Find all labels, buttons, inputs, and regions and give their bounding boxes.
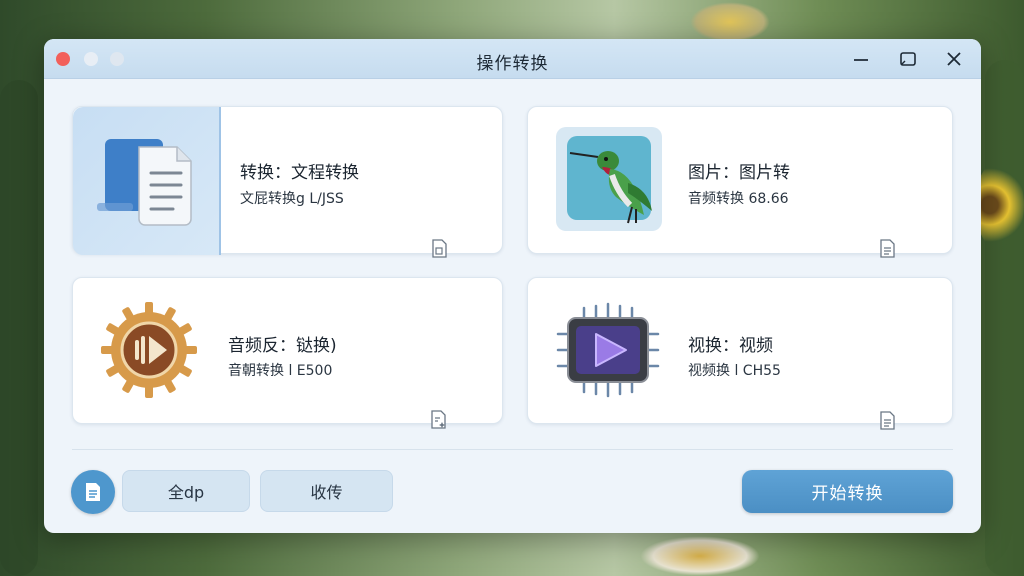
card-title: 视换：视频 — [688, 336, 773, 356]
conversion-card-image[interactable]: 图片：图片转 音频转换 68.66 — [527, 106, 953, 258]
close-button[interactable] — [942, 47, 966, 71]
favorites-button[interactable]: 收传 — [260, 470, 393, 512]
background-flower — [690, 2, 770, 42]
title-bar: 操作转换 — [44, 39, 981, 79]
hummingbird-tile — [556, 127, 662, 231]
card-subtitle: 音频转换 68.66 — [688, 191, 789, 207]
window-title: 操作转换 — [476, 54, 549, 74]
select-all-button[interactable]: 全dp — [122, 470, 250, 512]
video-chip-play-icon — [556, 302, 660, 398]
background-grass — [985, 60, 1024, 576]
card-title: 转换：文程转换 — [240, 163, 359, 183]
hummingbird-image-icon — [567, 136, 652, 224]
card-subtitle: 文屁转换g L/JSS — [240, 191, 344, 207]
card-subtitle: 视频换 l CH55 — [688, 363, 781, 379]
maximize-icon — [900, 52, 916, 66]
app-window: 操作转换 转换：文程转换 文屁转换g L/JSS 图片：图片转 音频转换 68.… — [44, 39, 981, 533]
document-icon-panel — [73, 107, 221, 255]
minimize-button[interactable] — [849, 47, 873, 71]
background-flower — [640, 536, 760, 576]
file-badge-icon[interactable] — [428, 238, 450, 260]
document-copy-icon — [97, 139, 192, 226]
minimize-icon — [854, 59, 868, 61]
maximize-button[interactable] — [896, 47, 920, 71]
file-lines-icon[interactable] — [876, 410, 898, 432]
card-title: 音频反：𫟼换) — [228, 336, 337, 356]
start-convert-button[interactable]: 开始转换 — [742, 470, 953, 513]
card-subtitle: 音朝转换 l E500 — [228, 363, 333, 379]
conversion-card-document[interactable]: 转换：文程转换 文屁转换g L/JSS — [72, 106, 503, 258]
conversion-card-video[interactable]: 视换：视频 视频换 l CH55 — [527, 277, 953, 430]
conversion-card-audio[interactable]: 音频反：𫟼换) 音朝转换 l E500 — [72, 277, 503, 429]
list-button[interactable] — [71, 470, 115, 514]
card-title: 图片：图片转 — [688, 163, 790, 183]
file-sparkle-icon[interactable] — [428, 409, 450, 431]
file-lines-icon[interactable] — [876, 238, 898, 260]
list-file-icon — [86, 483, 100, 501]
background-flower — [975, 160, 1024, 250]
audio-gear-icon — [101, 302, 197, 398]
background-grass — [0, 80, 38, 576]
footer-divider — [72, 449, 953, 450]
close-icon — [947, 52, 961, 66]
